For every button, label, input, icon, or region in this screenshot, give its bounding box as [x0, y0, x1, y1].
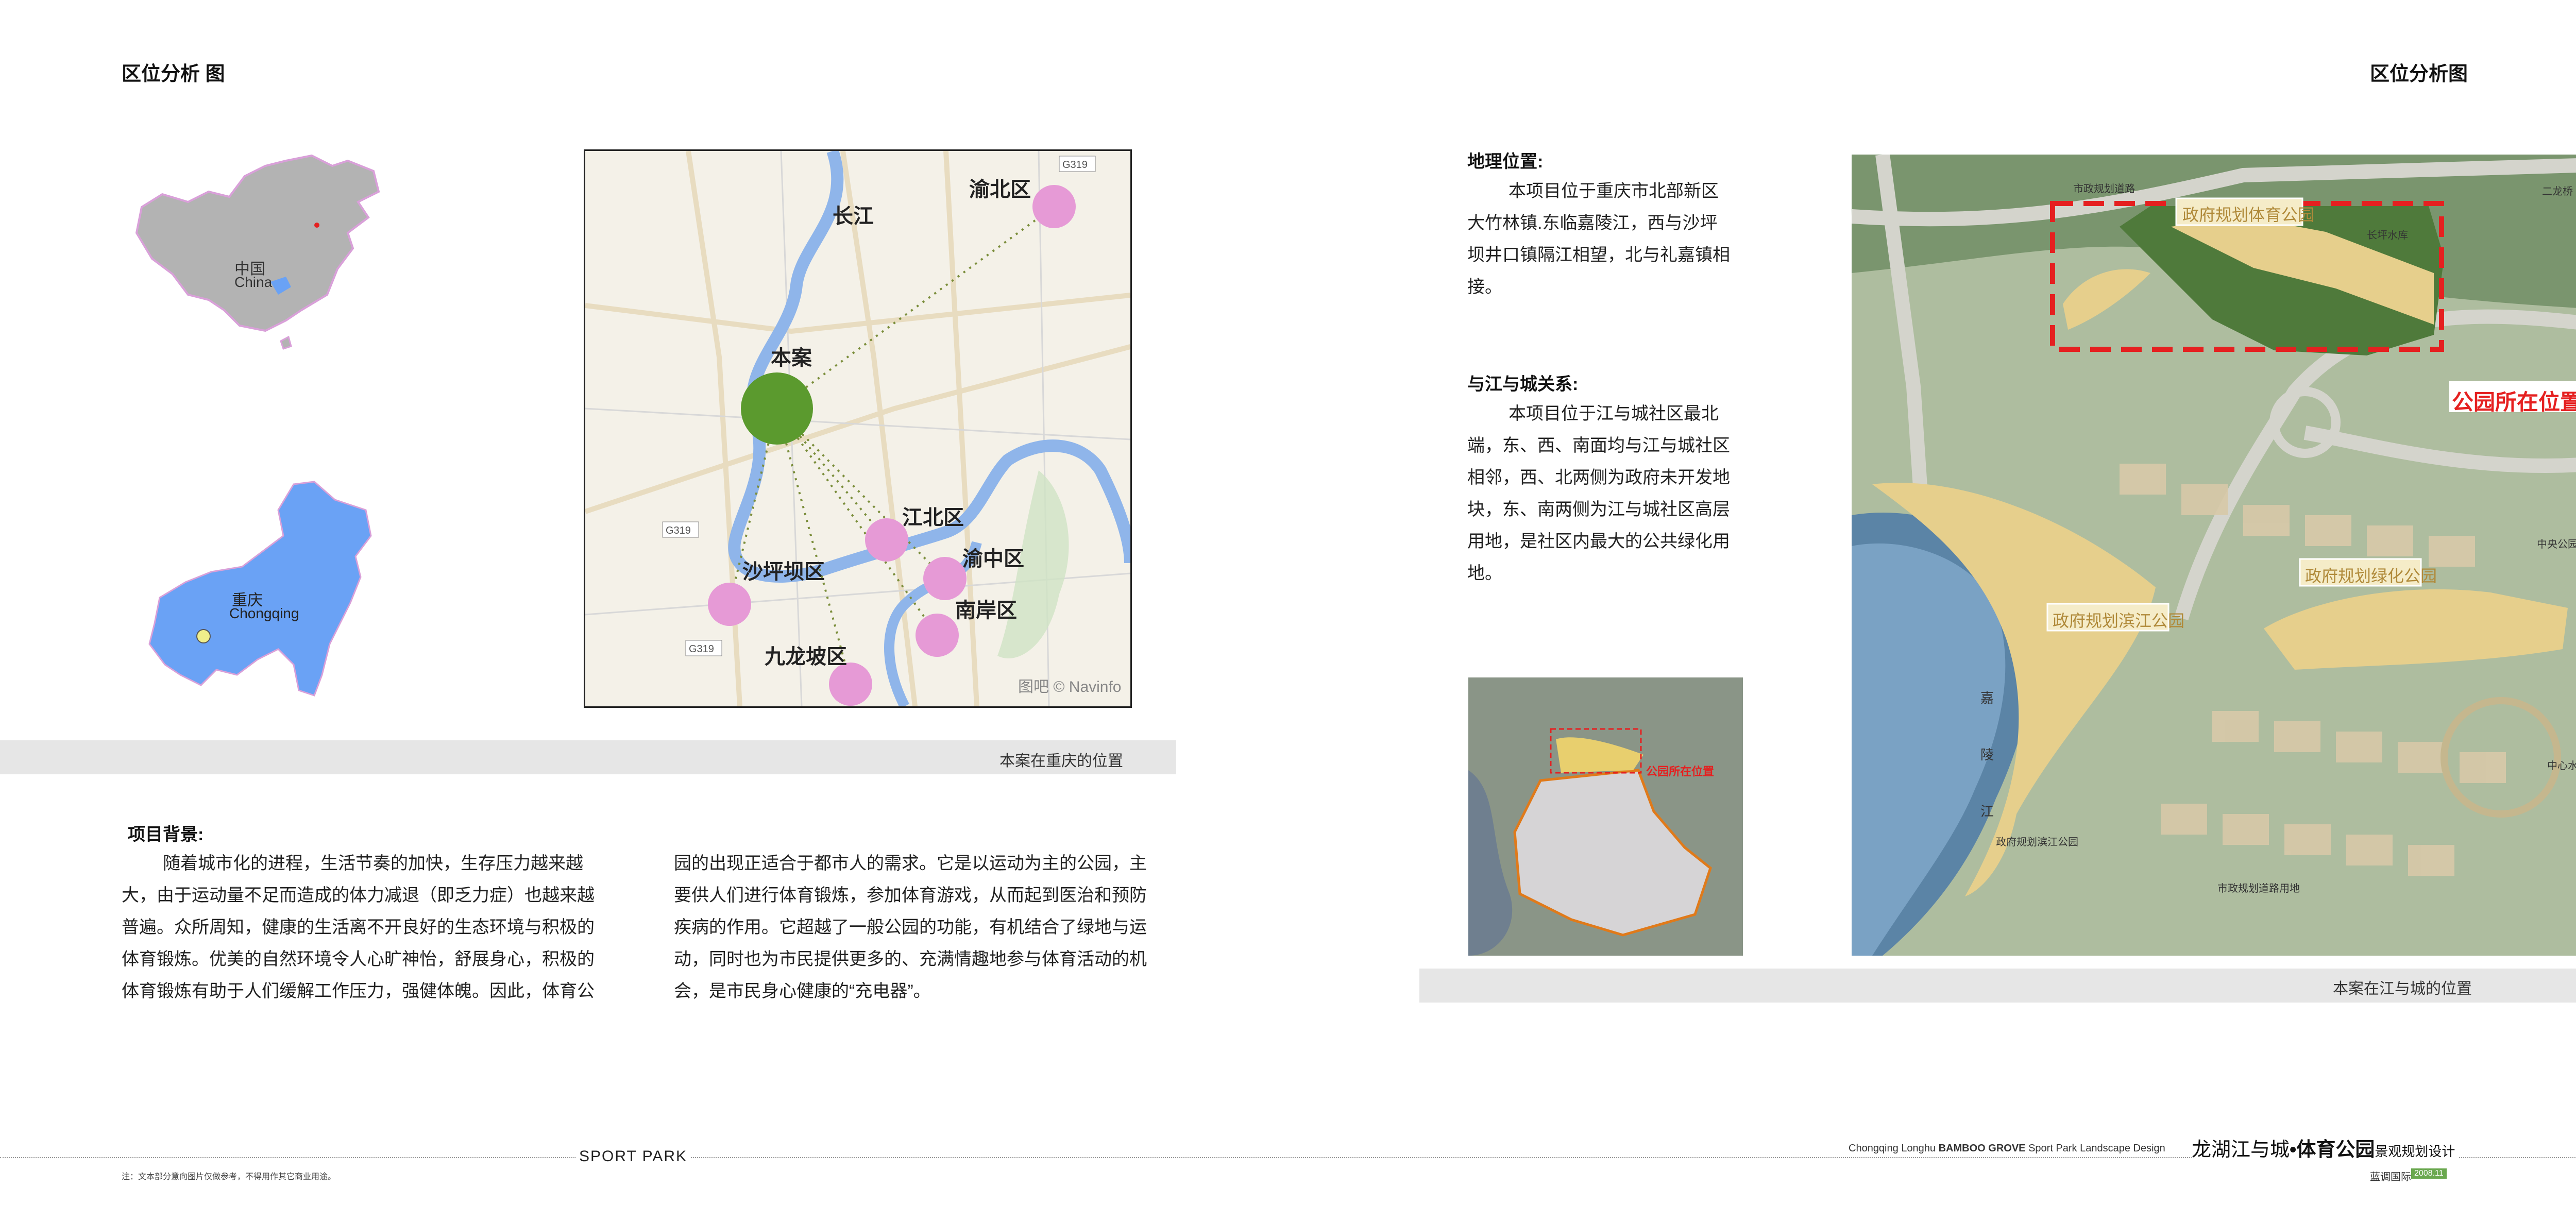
geo-line: 本项目位于重庆市北部新区	[1509, 181, 1719, 201]
city-location-map: G319 G319 G319 长江 本案 渝北区 江北区 渝中区 沙坪坝区 南岸…	[584, 149, 1132, 708]
river-name-label: 嘉陵江	[1980, 690, 1994, 819]
green-park-label: 政府规划绿化公园	[2305, 567, 2437, 585]
right-mid-label: 中央公园	[2537, 539, 2576, 550]
relation-heading: 与江与城关系:	[1467, 375, 1579, 394]
relation-line: 端，东、西、南面均与江与城社区	[1467, 436, 1730, 455]
nanan-label: 南岸区	[955, 599, 1017, 622]
road-badge-2: G319	[666, 525, 691, 536]
geo-heading: 地理位置:	[1467, 152, 1544, 172]
water-label: 长坪水库	[2367, 230, 2408, 241]
relation-line: 块，东、南两侧为江与城社区高层	[1467, 500, 1730, 519]
relation-line: 用地，是社区内最大的公共绿化用	[1467, 532, 1730, 551]
footer-company: 蓝调国际	[2370, 1172, 2411, 1183]
right-top-label: 二龙桥	[2542, 186, 2573, 197]
background-col1-line: 随着城市化的进程，生活节奏的加快，生存压力越来越	[163, 854, 583, 873]
background-heading: 项目背景:	[128, 825, 204, 844]
right-low-label: 中心水系	[2547, 760, 2576, 772]
river-park-label: 政府规划滨江公园	[2053, 612, 2185, 630]
jiangbei-label: 江北区	[902, 506, 964, 529]
jiulongpo-label: 九龙坡区	[765, 646, 847, 668]
background-col1-line: 普遍。众所周知，健康的生活离不开良好的生态环境与积极的	[122, 918, 595, 937]
small-aerial-graphic	[1468, 677, 1743, 956]
footer-cn-main: 龙湖江与城	[2192, 1139, 2290, 1161]
project-label: 本案	[771, 347, 812, 369]
footer-note: 注：文本部分意向图片仅做参考，不得用作其它商业用途。	[122, 1173, 336, 1181]
background-col1-line: 大，由于运动量不足而造成的体力减退（即乏力症）也越来越	[122, 886, 595, 905]
footer-en-suffix: Sport Park Landscape Design	[2025, 1143, 2165, 1154]
right-caption: 本案在江与城的位置	[2333, 980, 2472, 997]
park-location-label: 公园所在位置	[2452, 390, 2576, 414]
footer-cn-sub: 景观规划设计	[2375, 1144, 2455, 1159]
background-col1: 随着城市化的进程，生活节奏的加快，生存压力越来越 大，由于运动量不足而造成的体力…	[122, 847, 626, 1007]
chongqing-label-en: Chongqing	[229, 605, 299, 621]
footer-en-title: Chongqing Longhu BAMBOO GROVE Sport Park…	[1849, 1143, 2171, 1155]
relation-line: 本项目位于江与城社区最北	[1509, 404, 1719, 423]
background-col2-line: 动，同时也为市民提供更多的、充满情趣地参与体育活动的机	[674, 949, 1147, 969]
background-col2: 园的出现正适合于都市人的需求。它是以运动为主的公园，主 要供人们进行体育锻炼，参…	[674, 847, 1184, 1007]
sports-park-label: 政府规划体育公园	[2182, 206, 2315, 224]
footer-cn-title: 龙湖江与城•体育公园景观规划设计	[2192, 1133, 2459, 1162]
small-map-park-label: 公园所在位置	[1646, 765, 1715, 778]
china-map: 中国 China	[131, 145, 389, 351]
footer-cn-dot: •	[2290, 1139, 2297, 1161]
background-col2-line: 疾病的作用。它超越了一般公园的功能，有机结合了绿地与运	[674, 918, 1147, 937]
background-col1-line: 体育锻炼。优美的自然环境令人心旷神怡，舒展身心，积极的	[122, 949, 595, 969]
geo-line: 坝井口镇隔江相望，北与礼嘉镇相	[1467, 245, 1730, 265]
background-col2-line: 园的出现正适合于都市人的需求。它是以运动为主的公园，主	[674, 854, 1147, 873]
aerial-plan: 政府规划滨江公园 政府规划绿化公园 政府规划体育公园 公园所在位置 市政规划道路…	[1852, 155, 2576, 956]
background-col1-line: 体育锻炼有助于人们缓解工作压力，强健体魄。因此，体育公	[122, 981, 595, 1001]
footer-cn-bold: 体育公园	[2296, 1139, 2375, 1161]
aerial-plan-graphic	[1852, 155, 2576, 956]
relation-line: 相邻，西、北两侧为政府未开发地	[1467, 468, 1730, 487]
road-badge-3: G319	[689, 643, 714, 655]
yubei-label: 渝北区	[969, 178, 1031, 201]
relation-text: 本项目位于江与城社区最北 端，东、西、南面均与江与城社区 相邻，西、北两侧为政府…	[1467, 398, 1756, 589]
sport-park-label: SPORT PARK	[576, 1148, 691, 1165]
road-badge-1: G319	[1062, 159, 1088, 171]
yuzhong-label: 渝中区	[962, 548, 1024, 570]
chongqing-map: 重庆 Chongqing	[144, 479, 381, 701]
background-col2-line: 要供人们进行体育锻炼，参加体育游戏，从而起到医治和预防	[674, 886, 1147, 905]
background-col2-line: 会，是市民身心健康的“充电器”。	[674, 981, 931, 1001]
china-label-en: China	[234, 274, 273, 290]
footer-badge: 2008.11	[2411, 1168, 2447, 1179]
left-page-title: 区位分析 图	[122, 63, 225, 85]
china-map-graphic	[135, 154, 380, 350]
relation-line: 地。	[1467, 564, 1502, 583]
footer-en-prefix: Chongqing Longhu	[1849, 1143, 1939, 1154]
shapingba-label: 沙坪坝区	[742, 561, 825, 583]
geo-text: 本项目位于重庆市北部新区 大竹林镇.东临嘉陵江，西与沙坪 坝井口镇隔江相望，北与…	[1467, 175, 1756, 303]
left-caption: 本案在重庆的位置	[999, 753, 1123, 770]
geo-line: 接。	[1467, 277, 1502, 297]
bottom-road-label: 市政规划道路用地	[2217, 883, 2300, 894]
geo-line: 大竹林镇.东临嘉陵江，西与沙坪	[1467, 213, 1718, 233]
map-watermark: 图吧 © Navinfo	[1018, 678, 1122, 695]
chongqing-map-graphic	[148, 481, 372, 697]
bottom-left-label: 政府规划滨江公园	[1996, 837, 2078, 848]
footer-en-bold: BAMBOO GROVE	[1938, 1143, 2026, 1154]
top-road-label: 市政规划道路	[2073, 183, 2135, 195]
city-map-graphic: G319 G319 G319 长江 本案 渝北区 江北区 渝中区 沙坪坝区 南岸…	[585, 151, 1130, 706]
small-aerial-map: 公园所在位置	[1468, 677, 1743, 956]
footer-rule	[0, 1157, 2576, 1158]
right-page-title: 区位分析图	[2370, 63, 2468, 85]
river-label: 长江	[833, 205, 874, 228]
